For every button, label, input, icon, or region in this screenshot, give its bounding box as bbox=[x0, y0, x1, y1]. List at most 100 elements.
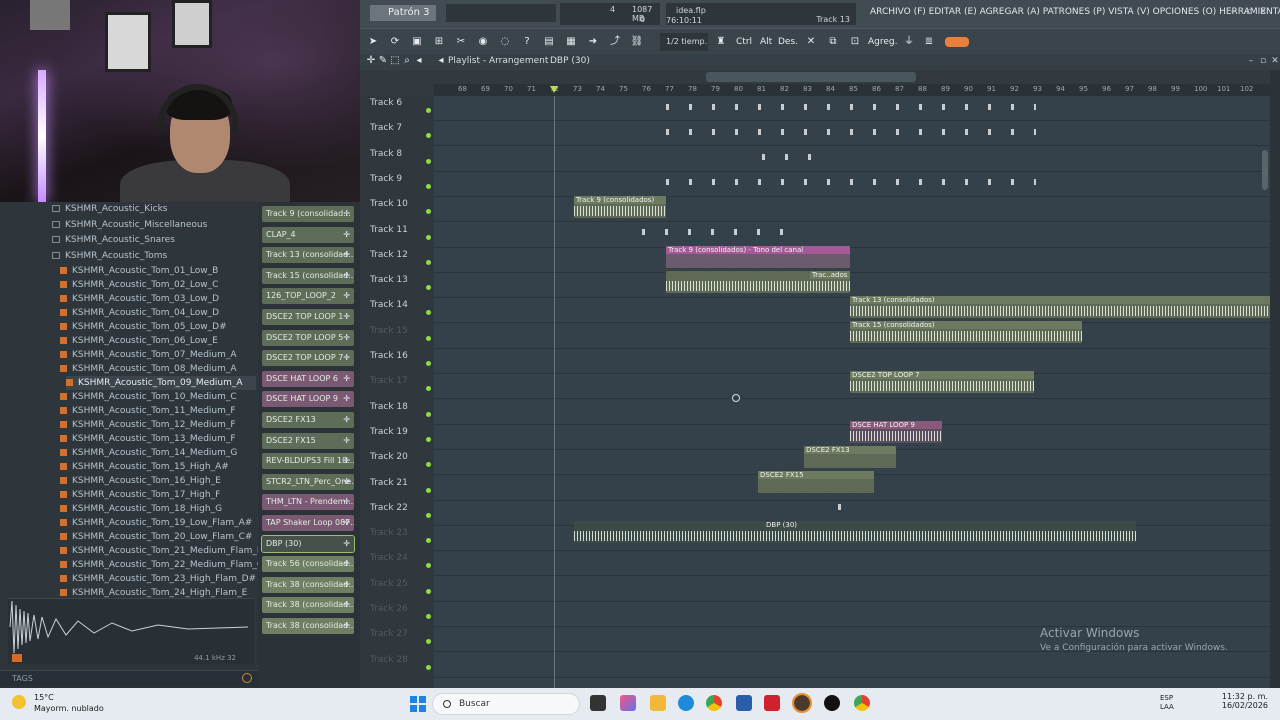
browser-file[interactable]: KSHMR_Acoustic_Tom_03_Low_D bbox=[60, 292, 219, 306]
browser-file[interactable]: KSHMR_Acoustic_Tom_18_High_G bbox=[60, 502, 222, 516]
delete-icon[interactable]: ✕ bbox=[802, 33, 820, 51]
picker-item[interactable]: DSCE HAT LOOP 6 ✛ bbox=[262, 370, 354, 387]
track-mute-led[interactable] bbox=[426, 133, 431, 139]
track-name[interactable]: Track 10 bbox=[370, 199, 408, 209]
plus-icon[interactable]: ✛ bbox=[343, 536, 350, 552]
picker-item[interactable]: Track 38 (consolidad... ✛ bbox=[262, 618, 354, 634]
waveform-preview[interactable]: 44.1 kHz 32 bbox=[8, 598, 254, 664]
track-mute-led[interactable] bbox=[426, 259, 431, 265]
track-name[interactable]: Track 7 bbox=[370, 123, 402, 133]
browser-file[interactable]: KSHMR_Acoustic_Tom_15_High_A# bbox=[60, 460, 229, 474]
track-row[interactable] bbox=[434, 197, 1270, 223]
track-row[interactable] bbox=[434, 653, 1270, 678]
plus-icon[interactable]: ✛ bbox=[343, 474, 350, 490]
plus-icon[interactable]: ✛ bbox=[343, 247, 350, 263]
plus-icon[interactable]: ✛ bbox=[343, 391, 350, 407]
clip-track19[interactable]: DSCE2 FX13 bbox=[804, 446, 896, 468]
minimize-icon[interactable]: – bbox=[1228, 7, 1238, 17]
picker-item[interactable]: Track 13 (consolidad... ✛ bbox=[262, 247, 354, 264]
browser-file[interactable]: KSHMR_Acoustic_Tom_05_Low_D# bbox=[60, 320, 227, 334]
app-icon[interactable] bbox=[764, 695, 780, 711]
track-name[interactable]: Track 11 bbox=[370, 225, 408, 235]
plus-icon[interactable]: ✛ bbox=[343, 309, 350, 325]
picker-item[interactable]: THM_LTN - Prendem... ✛ bbox=[262, 494, 354, 511]
browser-file[interactable]: KSHMR_Acoustic_Tom_01_Low_B bbox=[60, 264, 218, 278]
plus-icon[interactable]: ✛ bbox=[343, 556, 350, 572]
track-mute-led[interactable] bbox=[426, 462, 431, 468]
picker-item[interactable]: TAP Shaker Loop 087... ✛ bbox=[262, 515, 354, 531]
snap-select[interactable]: 1/2 tiemp. bbox=[660, 33, 708, 51]
track-name[interactable]: Track 22 bbox=[370, 503, 408, 513]
track-row[interactable] bbox=[434, 273, 1270, 299]
clock[interactable]: 11:32 p. m. 16/02/2026 bbox=[1222, 692, 1268, 710]
chrome-icon[interactable] bbox=[854, 695, 870, 711]
picker-item[interactable]: DSCE2 FX15 ✛ bbox=[262, 432, 354, 449]
browser-file[interactable]: KSHMR_Acoustic_Tom_13_Medium_F bbox=[60, 432, 236, 446]
clip-track12[interactable]: Trac..ados bbox=[666, 271, 850, 293]
track-row[interactable] bbox=[434, 577, 1270, 602]
track-name[interactable]: Track 6 bbox=[370, 98, 402, 108]
search-icon[interactable] bbox=[242, 673, 252, 683]
clip-track10[interactable] bbox=[642, 221, 802, 243]
tempo-display[interactable] bbox=[446, 4, 556, 22]
metronome-icon[interactable]: ♜ bbox=[712, 33, 730, 51]
track-row[interactable] bbox=[434, 248, 1270, 273]
track-mute-led[interactable] bbox=[426, 538, 431, 544]
track-name[interactable]: Track 19 bbox=[370, 427, 408, 437]
speaker-icon[interactable]: ◂ bbox=[410, 52, 428, 70]
track-name[interactable]: Track 12 bbox=[370, 250, 408, 260]
browser-file[interactable]: KSHMR_Acoustic_Tom_19_Low_Flam_A# bbox=[60, 516, 252, 530]
record-indicator[interactable] bbox=[945, 37, 969, 47]
save-icon[interactable]: ▣ bbox=[408, 33, 426, 51]
plus-icon[interactable]: ✛ bbox=[343, 371, 350, 387]
browser-file[interactable]: KSHMR_Acoustic_Tom_04_Low_D bbox=[60, 306, 219, 320]
clip-track11[interactable]: Track 9 (consolidados) - Tono del canal bbox=[666, 246, 850, 268]
browser-file[interactable]: KSHMR_Acoustic_Tom_12_Medium_F bbox=[60, 418, 236, 432]
alt-button[interactable]: Alt bbox=[758, 33, 774, 51]
next-icon[interactable]: ➜ bbox=[584, 33, 602, 51]
plugin-icon[interactable]: ⤴ bbox=[606, 33, 624, 51]
track-name[interactable]: Track 26 bbox=[370, 604, 408, 614]
browser-file[interactable]: KSHMR_Acoustic_Tom_21_Medium_Flam_B bbox=[60, 544, 263, 558]
clip-track16[interactable]: DSCE2 TOP LOOP 7 bbox=[850, 371, 1034, 393]
track-mute-led[interactable] bbox=[426, 335, 431, 341]
clip-track6[interactable] bbox=[666, 121, 1036, 143]
track-mute-led[interactable] bbox=[426, 588, 431, 594]
track-name[interactable]: Track 18 bbox=[370, 402, 408, 412]
track-row[interactable] bbox=[434, 551, 1270, 577]
fl-studio-icon[interactable] bbox=[792, 693, 812, 713]
clip-track13[interactable]: Track 13 (consolidados) bbox=[850, 296, 1270, 318]
browser-file[interactable]: KSHMR_Acoustic_Tom_23_High_Flam_D# bbox=[60, 572, 256, 586]
picker-item[interactable]: DSCE2 FX13 ✛ bbox=[262, 412, 354, 428]
track-mute-led[interactable] bbox=[426, 639, 431, 645]
track-mute-led[interactable] bbox=[426, 664, 431, 670]
plus-icon[interactable]: ✛ bbox=[343, 227, 350, 243]
picker-item[interactable]: STCR2_LTN_Perc_One... ✛ bbox=[262, 473, 354, 490]
song-position-marker[interactable] bbox=[550, 86, 558, 93]
browser-file[interactable]: KSHMR_Acoustic_Tom_08_Medium_A bbox=[60, 362, 237, 376]
plus-icon[interactable]: ✛ bbox=[343, 412, 350, 428]
browser-file[interactable]: KSHMR_Acoustic_Tom_16_High_E bbox=[60, 474, 221, 488]
refresh-icon[interactable]: ⟳ bbox=[386, 33, 404, 51]
ctrl-button[interactable]: Ctrl bbox=[734, 33, 754, 51]
track-name[interactable]: Track 17 bbox=[370, 376, 408, 386]
track-row[interactable] bbox=[434, 147, 1270, 172]
picker-item[interactable]: DSCE2 TOP LOOP 5 ✛ bbox=[262, 329, 354, 346]
active-pattern[interactable]: DBP (30) bbox=[550, 56, 590, 66]
plus-icon[interactable]: ✛ bbox=[343, 597, 350, 613]
track-mute-led[interactable] bbox=[426, 209, 431, 215]
mic-icon[interactable]: ◉ bbox=[474, 33, 492, 51]
add-button[interactable]: Agreg. bbox=[866, 33, 899, 51]
mixer-icon[interactable]: ⏚ bbox=[900, 33, 918, 51]
plus-icon[interactable]: ✛ bbox=[343, 268, 350, 284]
timeline-ruler[interactable]: 68 69 70 71 72 73 74 75 76 77 78 79 80 81 82 83 84 85 86 87… bbox=[434, 84, 1270, 96]
track-name[interactable]: Track 15 bbox=[370, 326, 408, 336]
list-icon[interactable]: ≣ bbox=[920, 33, 938, 51]
horizontal-scrollbar[interactable] bbox=[706, 72, 916, 82]
track-name[interactable]: Track 23 bbox=[370, 528, 408, 538]
browser-file[interactable]: KSHMR_Acoustic_Tom_11_Medium_F bbox=[60, 404, 236, 418]
playlist-icon[interactable]: ▤ bbox=[540, 33, 558, 51]
picker-item[interactable]: DBP (30) ✛ bbox=[261, 534, 355, 553]
play-preview-icon[interactable] bbox=[12, 654, 22, 662]
track-mute-led[interactable] bbox=[426, 361, 431, 366]
